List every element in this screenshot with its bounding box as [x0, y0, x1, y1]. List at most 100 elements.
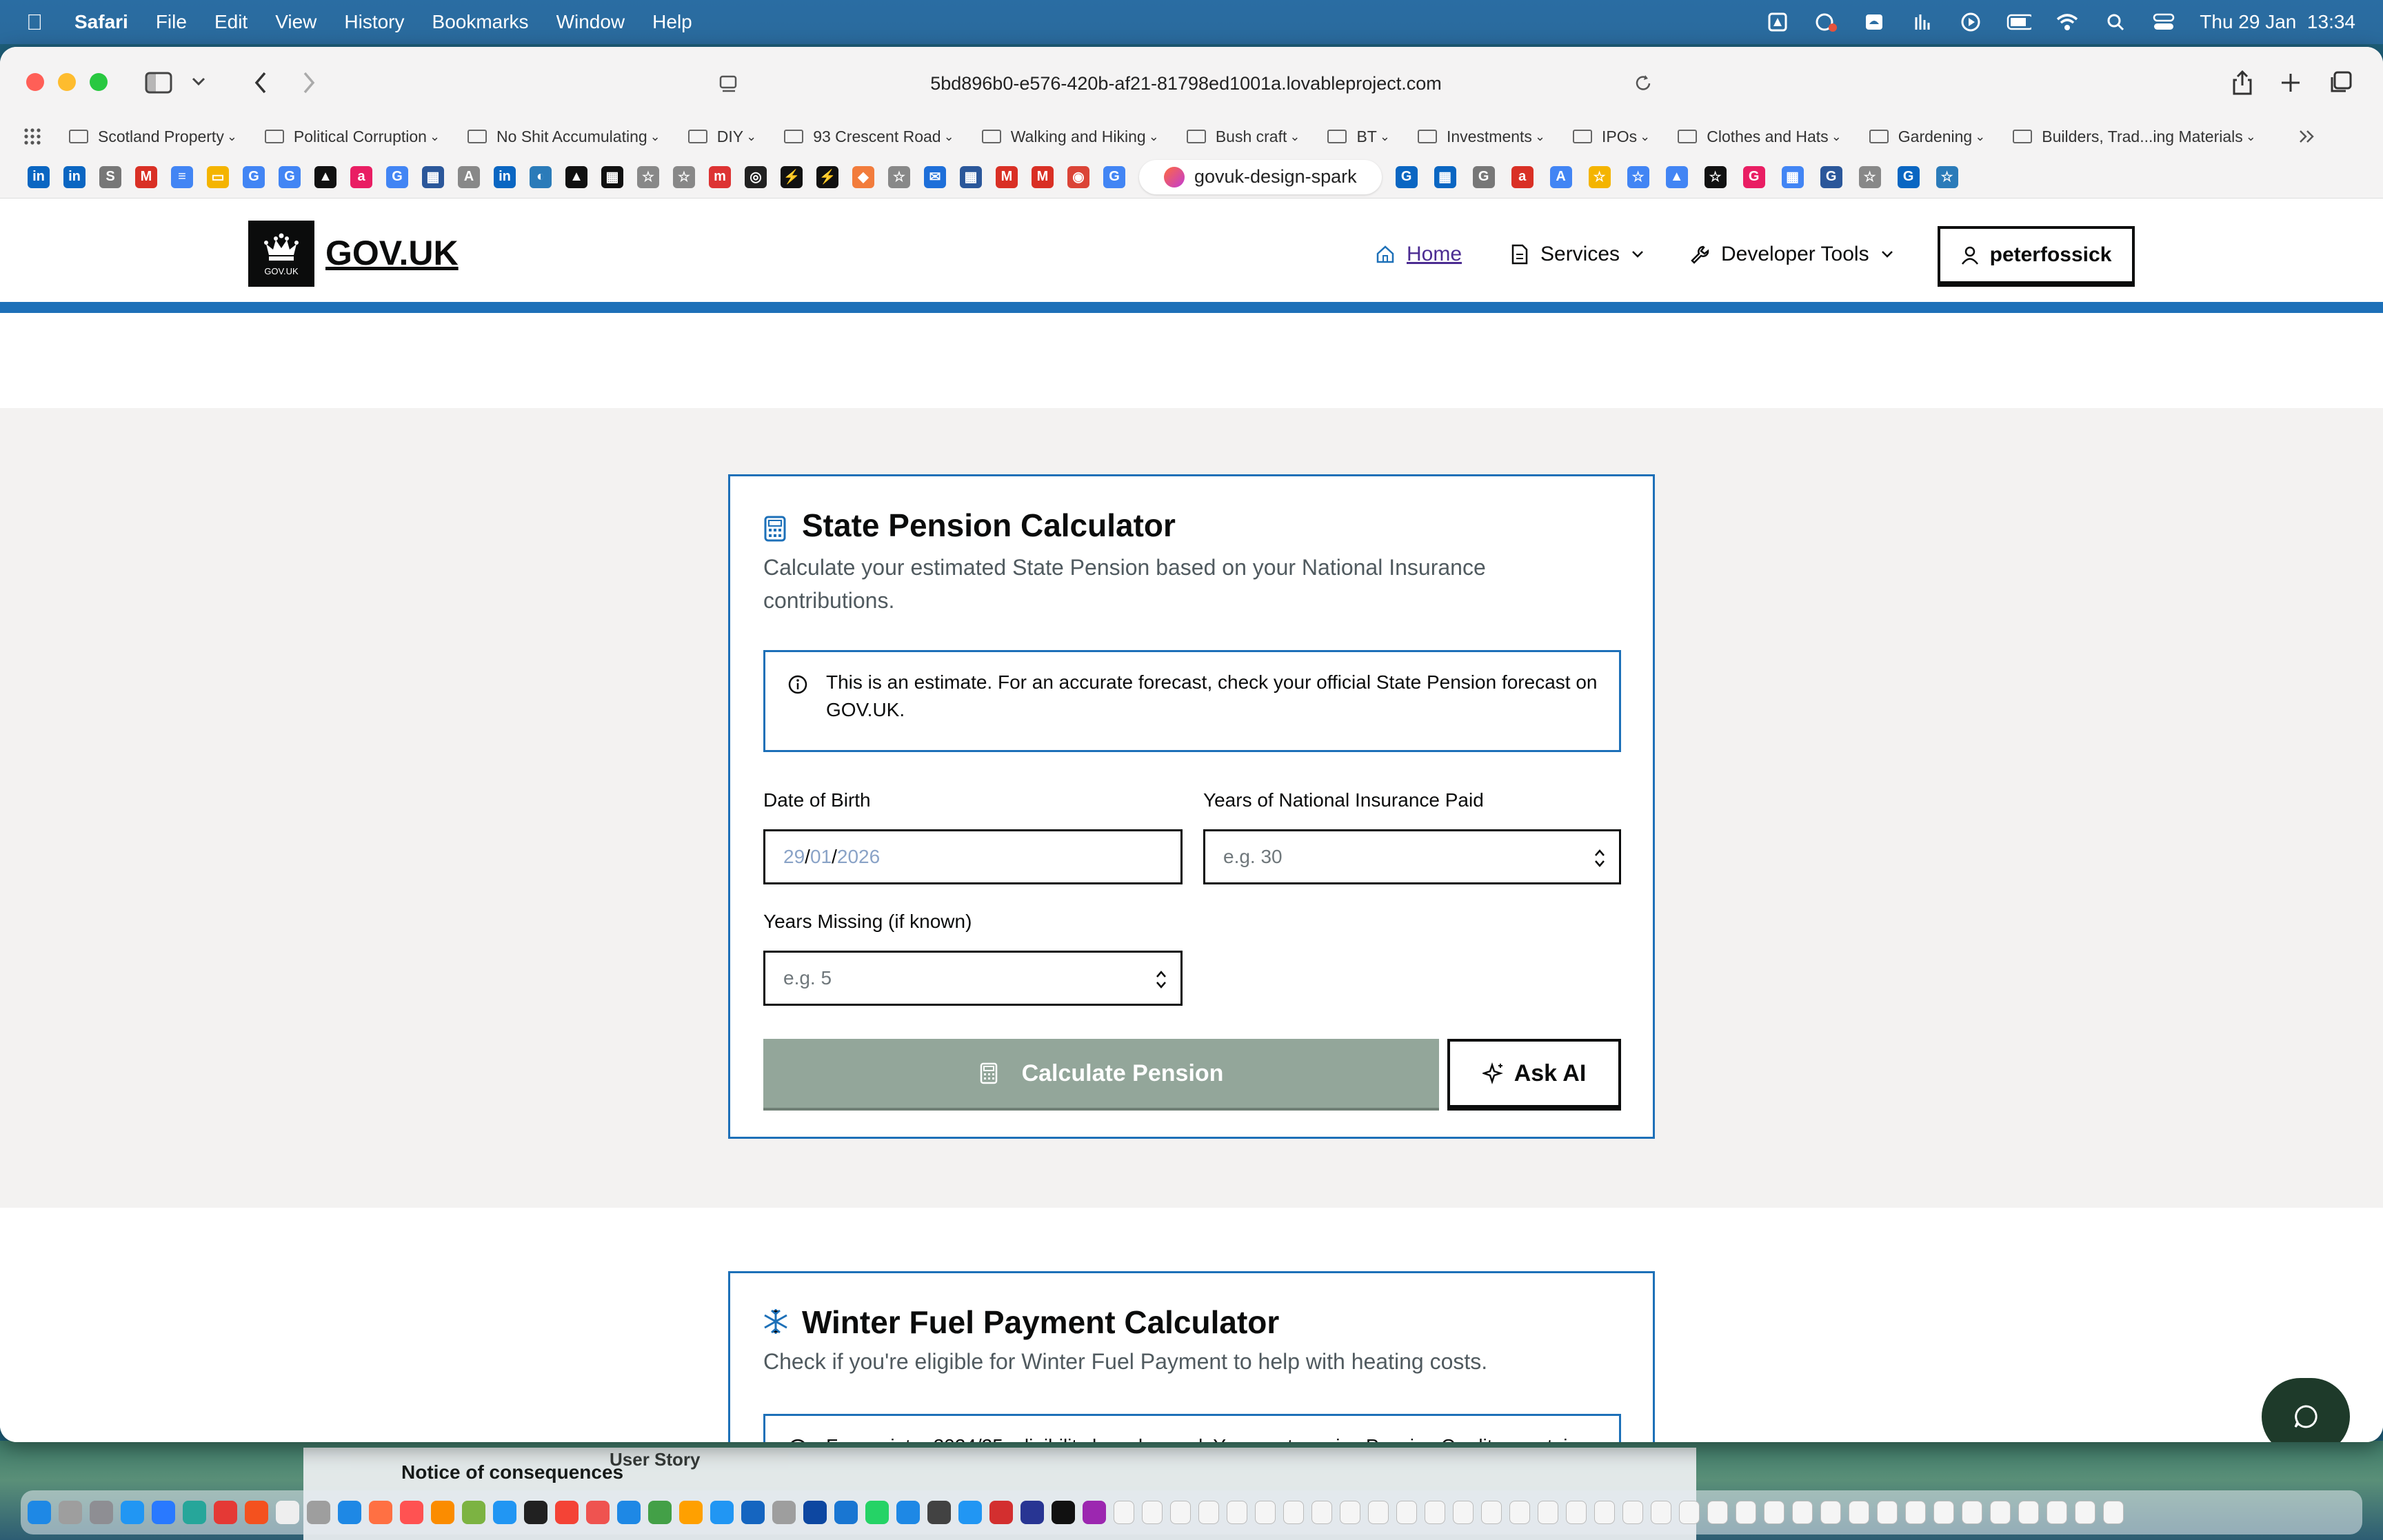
dock-app-icon[interactable] — [710, 1501, 734, 1524]
ask-ai-button[interactable]: Ask AI — [1447, 1039, 1621, 1108]
dock-app-icon[interactable] — [369, 1501, 392, 1524]
dock-app-icon[interactable] — [338, 1501, 361, 1524]
dock-document-icon[interactable] — [1622, 1501, 1643, 1524]
dock-app-icon[interactable] — [865, 1501, 889, 1524]
battery-icon[interactable] — [2007, 12, 2032, 32]
dock-app-icon[interactable] — [555, 1501, 579, 1524]
dock-app-icon[interactable] — [679, 1501, 703, 1524]
dob-day[interactable]: 29 — [783, 846, 805, 868]
minimize-window-button[interactable] — [58, 73, 76, 91]
pinned-tab-icon[interactable]: G — [1472, 165, 1495, 188]
dock-document-icon[interactable] — [1509, 1501, 1530, 1524]
favorites-folder[interactable]: Clothes and Hats ⌄ — [1678, 128, 1842, 146]
dock-app-icon[interactable] — [741, 1501, 765, 1524]
dock-app-icon[interactable] — [1083, 1501, 1106, 1524]
pinned-tab-icon[interactable]: ☆ — [888, 165, 910, 188]
dock-app-icon[interactable] — [1052, 1501, 1075, 1524]
share-icon[interactable] — [2231, 69, 2253, 97]
stepper-icon[interactable] — [1154, 968, 1168, 991]
dock-app-icon[interactable] — [958, 1501, 982, 1524]
sync-status-icon[interactable] — [1813, 12, 1838, 32]
pinned-tab-icon[interactable]: G — [1742, 165, 1765, 188]
pinned-tab-icon[interactable]: ▦ — [422, 165, 444, 188]
drive-status-icon[interactable] — [1765, 12, 1790, 32]
dock-document-icon[interactable] — [1736, 1501, 1756, 1524]
pinned-tab-icon[interactable]: ▦ — [1434, 165, 1456, 188]
pinned-tab-icon[interactable]: ✉ — [924, 165, 946, 188]
dock-document-icon[interactable] — [1933, 1501, 1954, 1524]
close-window-button[interactable] — [26, 73, 44, 91]
favorites-folder[interactable]: IPOs ⌄ — [1573, 128, 1650, 146]
forward-arrow-icon[interactable] — [301, 70, 317, 95]
active-tab[interactable]: govuk-design-spark — [1139, 159, 1382, 194]
dock-document-icon[interactable] — [1679, 1501, 1700, 1524]
pinned-tab-icon[interactable]: G — [279, 165, 301, 188]
dob-year[interactable]: 2026 — [837, 846, 880, 868]
pinned-tab-icon[interactable]: ≡ — [171, 165, 193, 188]
pinned-tab-icon[interactable]: G — [1897, 165, 1920, 188]
pinned-tab-icon[interactable]: ◐ — [530, 165, 552, 188]
pinned-tab-icon[interactable]: ☆ — [1858, 165, 1881, 188]
nav-home[interactable]: Home — [1375, 243, 1462, 266]
dock-app-icon[interactable] — [1020, 1501, 1044, 1524]
dock-document-icon[interactable] — [1114, 1501, 1134, 1524]
address-url[interactable]: 5bd896b0-e576-420b-af21-81798ed1001a.lov… — [930, 73, 1442, 94]
pinned-tab-icon[interactable]: ☆ — [637, 165, 659, 188]
pinned-tab-icon[interactable]: in — [28, 165, 50, 188]
dock-app-icon[interactable] — [617, 1501, 641, 1524]
pinned-tab-icon[interactable]: G — [1820, 165, 1842, 188]
dock-app-icon[interactable] — [834, 1501, 858, 1524]
pinned-tab-icon[interactable]: m — [709, 165, 731, 188]
pinned-tab-icon[interactable]: a — [350, 165, 372, 188]
dock-document-icon[interactable] — [1227, 1501, 1247, 1524]
dock-document-icon[interactable] — [1594, 1501, 1615, 1524]
pinned-tab-icon[interactable]: G — [1395, 165, 1418, 188]
dock-document-icon[interactable] — [1990, 1501, 2011, 1524]
dock-document-icon[interactable] — [1170, 1501, 1191, 1524]
pinned-tab-icon[interactable]: a — [1511, 165, 1534, 188]
pinned-tab-icon[interactable]: ▲ — [1665, 165, 1688, 188]
calculate-pension-button[interactable]: Calculate Pension — [763, 1039, 1439, 1108]
favorites-overflow-icon[interactable] — [2297, 128, 2317, 145]
dock-app-icon[interactable] — [276, 1501, 299, 1524]
dock-document-icon[interactable] — [1849, 1501, 1869, 1524]
dock-app-icon[interactable] — [493, 1501, 516, 1524]
pinned-tab-icon[interactable]: ☆ — [673, 165, 695, 188]
control-center-icon[interactable] — [2151, 12, 2176, 32]
dock-document-icon[interactable] — [2075, 1501, 2095, 1524]
pinned-tab-icon[interactable]: in — [494, 165, 516, 188]
dock-app-icon[interactable] — [214, 1501, 237, 1524]
dock-app-icon[interactable] — [989, 1501, 1013, 1524]
apple-menu-icon[interactable]:  — [26, 10, 54, 35]
favorites-folder[interactable]: Scotland Property ⌄ — [69, 128, 237, 146]
pinned-tab-icon[interactable]: S — [99, 165, 121, 188]
menu-help[interactable]: Help — [652, 11, 692, 33]
pinned-tab-icon[interactable]: in — [63, 165, 86, 188]
dock-document-icon[interactable] — [1142, 1501, 1163, 1524]
favorites-folder[interactable]: Gardening ⌄ — [1869, 128, 1985, 146]
pinned-tab-icon[interactable]: M — [1032, 165, 1054, 188]
dock-app-icon[interactable] — [462, 1501, 485, 1524]
dock-document-icon[interactable] — [1962, 1501, 1982, 1524]
sidebar-toggle-icon[interactable] — [145, 72, 172, 94]
dock-app-icon[interactable] — [586, 1501, 610, 1524]
dock-app-icon[interactable] — [400, 1501, 423, 1524]
pinned-tab-icon[interactable]: ⚡ — [816, 165, 838, 188]
dock-document-icon[interactable] — [1566, 1501, 1587, 1524]
pinned-tab-icon[interactable]: G — [386, 165, 408, 188]
dock-document-icon[interactable] — [1707, 1501, 1728, 1524]
favorites-folder[interactable]: Builders, Trad...ing Materials ⌄ — [2013, 128, 2256, 146]
favorites-folder[interactable]: Political Corruption ⌄ — [264, 128, 440, 146]
dob-month[interactable]: 01 — [810, 846, 832, 868]
favorites-folder[interactable]: No Shit Accumulating ⌄ — [467, 128, 661, 146]
dock-document-icon[interactable] — [1283, 1501, 1304, 1524]
chat-button[interactable] — [2262, 1378, 2350, 1442]
pinned-tab-icon[interactable]: G — [1103, 165, 1125, 188]
dock-document-icon[interactable] — [1481, 1501, 1502, 1524]
dock-app-icon[interactable] — [152, 1501, 175, 1524]
years-missing-input[interactable]: e.g. 5 — [763, 951, 1183, 1006]
govuk-wordmark[interactable]: GOV.UK — [325, 233, 459, 273]
reload-icon[interactable] — [1633, 73, 1653, 94]
pinned-tab-icon[interactable]: A — [1549, 165, 1572, 188]
dock-app-icon[interactable] — [90, 1501, 113, 1524]
